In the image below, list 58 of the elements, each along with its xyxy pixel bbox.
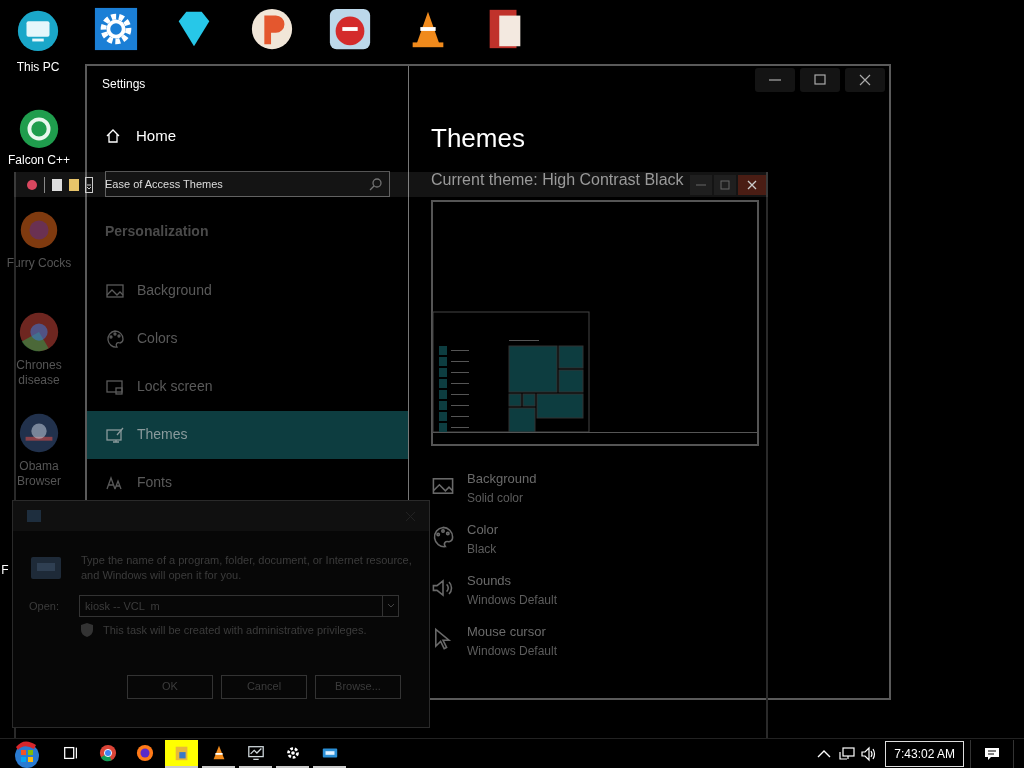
caret-icon	[386, 603, 395, 609]
app-icon	[26, 178, 38, 191]
document-icon	[51, 177, 63, 192]
monitor-icon	[246, 743, 265, 762]
clock[interactable]: 7:43:02 AM	[885, 740, 964, 767]
icon-label: This PC	[16, 59, 60, 76]
theme-item[interactable]: Background Solid color	[431, 470, 889, 508]
theme-item-label: Background	[467, 470, 537, 488]
minimize-icon	[769, 79, 781, 81]
chrome-icon	[98, 743, 117, 762]
chevron-up-icon[interactable]	[817, 748, 832, 759]
ball-icon	[249, 6, 295, 52]
maximize-icon	[720, 179, 730, 190]
icon-label: F	[1, 563, 9, 578]
minimize-icon	[696, 183, 706, 186]
notification-button[interactable]	[970, 739, 1014, 768]
current-theme: Current theme: High Contrast Black	[431, 170, 684, 190]
close-button[interactable]	[845, 68, 885, 92]
section-heading: Personalization	[105, 221, 210, 241]
icon-label: Obama Browser	[16, 459, 62, 489]
icon-label: Falcon C++	[7, 153, 70, 168]
theme-item-value: Windows Default	[467, 643, 558, 660]
icon-label: Chrones disease	[15, 358, 63, 388]
theme-item-value: Windows Default	[467, 592, 558, 609]
page-heading: Themes	[431, 122, 526, 154]
message-icon	[984, 745, 1000, 762]
theme-item[interactable]: Mouse cursor Windows Default	[431, 623, 889, 661]
close-button[interactable]	[738, 174, 766, 195]
folder-icon	[69, 177, 79, 192]
dropdown-icon	[85, 176, 93, 193]
window-title: Settings	[102, 76, 147, 93]
run-icon	[27, 510, 41, 522]
network-icon[interactable]	[839, 745, 856, 762]
palette-icon	[431, 525, 455, 549]
home-link[interactable]: Home	[105, 125, 408, 148]
gear-icon	[93, 6, 139, 52]
run-icon	[31, 557, 61, 579]
theme-item[interactable]: Sounds Windows Default	[431, 572, 889, 610]
nav-item[interactable]: Themes	[87, 410, 408, 459]
close-icon	[747, 179, 757, 190]
maximize-icon	[814, 74, 826, 86]
search-icon	[369, 176, 383, 191]
theme-item-label: Sounds	[467, 572, 513, 590]
search-field[interactable]	[105, 170, 390, 197]
ghost-window-title: Ease of Access Themes	[105, 177, 223, 193]
palette-icon	[105, 328, 125, 349]
maximize-button[interactable]	[800, 68, 840, 92]
speaker-icon	[431, 576, 455, 600]
theme-item[interactable]: Color Black	[431, 521, 889, 559]
minimize-button[interactable]	[755, 68, 795, 92]
theme-item-value: Solid color	[467, 490, 525, 507]
close-icon	[859, 74, 871, 86]
home-icon	[105, 128, 121, 145]
theme-item-value: Black	[467, 541, 498, 558]
shield-icon	[81, 623, 93, 638]
theme-item-label: Color	[467, 521, 499, 539]
theme-item-label: Mouse cursor	[467, 623, 547, 641]
speaker-icon[interactable]	[861, 745, 878, 762]
